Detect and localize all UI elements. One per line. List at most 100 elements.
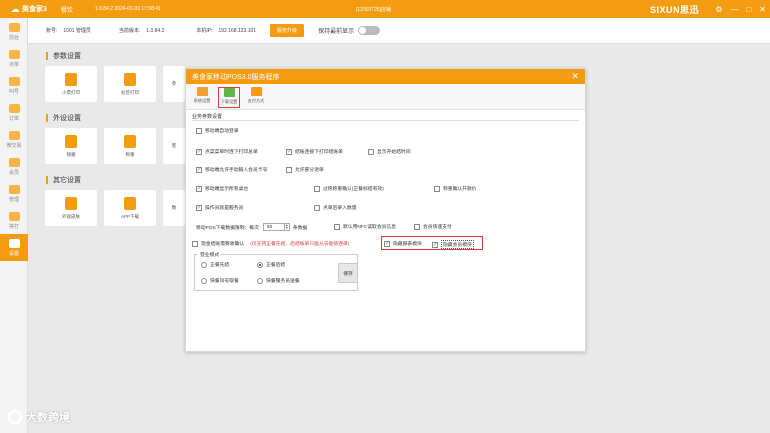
- tile-app-download[interactable]: APP下载: [104, 190, 156, 226]
- dialog-close-button[interactable]: ✕: [571, 71, 579, 82]
- option-member-quick-pay[interactable]: 会员快速支付: [414, 223, 452, 230]
- toolbar-payment-method[interactable]: 支付方式: [245, 87, 267, 108]
- sidebar: 前台 点单 叫号 订单 微交易 会员 管理 排打 设置: [0, 18, 28, 433]
- sidebar-item-call[interactable]: 叫号: [0, 72, 28, 99]
- option-show-open-time[interactable]: 显示开始结时间: [368, 148, 411, 155]
- tile-receipt-print[interactable]: 小票打印: [45, 66, 97, 102]
- option-after-order-count[interactable]: 点单后录入数量: [314, 204, 357, 211]
- keep-on-top-toggle[interactable]: [358, 26, 381, 35]
- sidebar-item-print[interactable]: 排打: [0, 207, 28, 234]
- sidebar-item-member[interactable]: 会员: [0, 153, 28, 180]
- settings-circle-icon[interactable]: ⚙: [715, 5, 722, 14]
- tile-scale[interactable]: 称重: [104, 128, 156, 164]
- manage-icon: [8, 184, 20, 194]
- sidebar-item-orders[interactable]: 订单: [0, 99, 28, 126]
- receipt-icon: [65, 72, 77, 86]
- title-bar: ☁ 美食家3 餐饮 1.0.84.2 2024-01-09 17:58:41 […: [0, 0, 770, 18]
- sidebar-item-trade[interactable]: 微交易: [0, 126, 28, 153]
- sidebar-item-manage[interactable]: 管理: [0, 180, 28, 207]
- order-icon: [8, 49, 20, 59]
- toolbar-system-settings[interactable]: 系统设置: [191, 87, 213, 108]
- radio-fastfood-delivery[interactable]: 快餐服务员送餐: [257, 277, 300, 284]
- window-controls: ⚙ — □ ✕: [715, 0, 766, 18]
- dialog-title-bar: 美食家移动POS3.0服务程序 ✕: [186, 69, 585, 84]
- download-limit-row: 移动POS下载数据限制：每次 50 ▲ ▼ 条数据: [196, 223, 308, 231]
- keep-on-top-label: 保持最前显示: [318, 29, 355, 35]
- current-version-value: 1.0.84.2: [146, 27, 165, 34]
- sidebar-item-front[interactable]: 前台: [0, 18, 28, 45]
- account-label: 账号:: [46, 28, 58, 34]
- option-show-all-tables[interactable]: ✓ 移动端显示所有桌台: [196, 185, 248, 192]
- download-limit-stepper[interactable]: ▲ ▼: [284, 223, 290, 231]
- save-button[interactable]: 保存: [338, 263, 358, 283]
- download-limit-input[interactable]: 50: [262, 223, 285, 231]
- close-button[interactable]: ✕: [759, 5, 766, 14]
- option-print-chit[interactable]: ✓ 结账连接下打印结账单: [286, 148, 343, 155]
- red-note: (仅支持正餐先结、后结账单只能从去能够连单): [250, 242, 350, 247]
- business-params-title: 业务参数设置: [192, 114, 223, 120]
- business-mode-legend: 营业模式: [198, 251, 222, 258]
- option-auto-login[interactable]: 移动端自动登录: [196, 127, 239, 134]
- dialog-title: 美食家移动POS3.0服务程序: [192, 73, 280, 81]
- payment-method-icon: [250, 87, 262, 96]
- radio-dinner-postpay[interactable]: 正餐后结: [257, 261, 285, 268]
- business-mode-group: 营业模式 正餐先结 正餐后结 快餐叫号取餐 快餐服务员送餐 保存: [194, 251, 358, 291]
- ip-value: 192.168.123.101: [218, 27, 257, 34]
- print-icon: [8, 211, 20, 221]
- account-value: 1001 管理员: [63, 28, 91, 34]
- trade-icon: [8, 130, 20, 140]
- box-icon: [124, 134, 136, 148]
- maximize-button[interactable]: □: [746, 5, 751, 14]
- tile-param-other[interactable]: 参: [163, 66, 185, 102]
- option-allow-partial-return[interactable]: 允许部分退单: [286, 166, 324, 173]
- tile-other-data[interactable]: 数: [163, 190, 185, 226]
- option-nfc-member[interactable]: 默认用NFC读取会员信息: [334, 223, 396, 230]
- home-icon: [8, 22, 20, 32]
- dialog-body: 业务参数设置 移动端自动登录 ✓ 点菜菜单时连下打印总单 ✓ 结账连接下打印结账单 …: [186, 110, 585, 351]
- tile-cash-drawer[interactable]: 钱箱: [45, 128, 97, 164]
- store-name: [12003725]店铺: [356, 6, 392, 13]
- cash-drawer-icon: [65, 134, 77, 148]
- checkbox[interactable]: [196, 127, 202, 134]
- tile-skin[interactable]: 外观皮肤: [45, 190, 97, 226]
- minimize-button[interactable]: —: [730, 5, 738, 14]
- sidebar-item-settings[interactable]: 设置: [0, 234, 28, 261]
- option-hide-report-module[interactable]: ✓ 隐藏报表模块: [384, 240, 422, 247]
- option-cash-collect-confirm[interactable]: 现金结账需要收确认 (仅支持正餐先结、后结账单只能从去能够连单): [192, 240, 349, 247]
- option-hide-member-module[interactable]: ✓ 隐藏会员模块: [432, 240, 474, 249]
- section-peripheral-settings: 外设设置: [46, 113, 81, 123]
- current-version-label: 当前版本:: [118, 28, 141, 34]
- option-over-weight-confirm[interactable]: 过称称重确认(正餐标结有效): [314, 185, 384, 192]
- toolbar-download-settings[interactable]: 下载设置: [218, 87, 240, 108]
- watermark-logo-icon: [8, 410, 22, 424]
- build-version: 1.0.84.2 2024-01-09 17:58:41: [94, 6, 161, 12]
- shirt-icon: [65, 196, 77, 210]
- gear-icon: [8, 238, 20, 248]
- mobile-pos-service-dialog: 美食家移动POS3.0服务程序 ✕ 系统设置 下载设置 支付方式 业务参数设置 …: [185, 68, 586, 352]
- radio-fastfood-call[interactable]: 快餐叫号取餐: [201, 277, 239, 284]
- call-icon: [8, 76, 20, 86]
- option-weigh-auto[interactable]: 称重确认开款价: [434, 185, 477, 192]
- watermark: 大数跨境: [8, 409, 70, 425]
- option-manual-member[interactable]: ✓ 移动端允许手动输入会员卡号: [196, 166, 267, 173]
- sidebar-item-order[interactable]: 点单: [0, 45, 28, 72]
- list-icon: [8, 103, 20, 113]
- tile-label-print[interactable]: 标签打印: [104, 66, 156, 102]
- service-upgrade-button[interactable]: 服务升级: [270, 24, 305, 37]
- radio-dinner-prepay[interactable]: 正餐先结: [201, 261, 229, 268]
- module-name: 餐饮: [60, 7, 73, 14]
- info-bar: 账号: 1001 管理员 当前版本: 1.0.84.2 本机IP: 192.16…: [28, 18, 770, 44]
- download-settings-icon: [223, 88, 235, 97]
- dialog-toolbar: 系统设置 下载设置 支付方式: [186, 84, 585, 110]
- option-select-waiter[interactable]: ✓ 操作员就是服务员: [196, 204, 243, 211]
- option-print-order-summary[interactable]: ✓ 点菜菜单时连下打印总单: [196, 148, 258, 155]
- section-param-settings: 参数设置: [46, 51, 81, 61]
- member-icon: [8, 157, 20, 167]
- app-name: 美食家3: [22, 6, 47, 13]
- system-settings-icon: [196, 87, 208, 96]
- brand-logo: SIXUN思迅: [650, 4, 700, 15]
- section-other-settings: 其它设置: [46, 175, 81, 185]
- app-download-icon: [124, 196, 136, 210]
- tile-peripheral-other[interactable]: 客: [163, 128, 185, 164]
- label-icon: [124, 72, 136, 86]
